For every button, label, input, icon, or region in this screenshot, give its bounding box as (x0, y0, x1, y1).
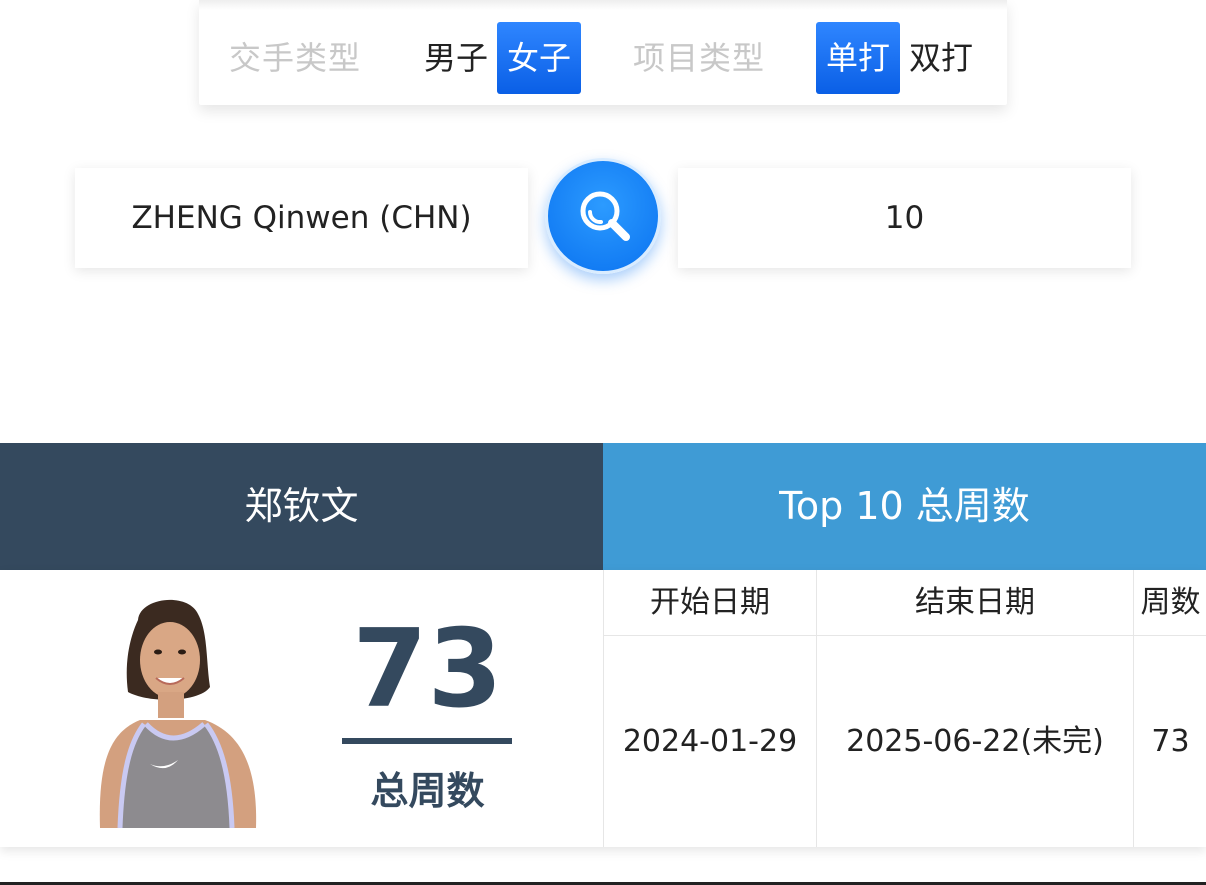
player-select[interactable]: ZHENG Qinwen (CHN) (75, 168, 528, 268)
total-weeks-divider (342, 738, 512, 744)
table-cell-weeks: 73 (1133, 636, 1206, 847)
singles-option[interactable]: 单打 (816, 22, 900, 94)
filter-bar-top-edge (199, 0, 1007, 10)
player-name-header: 郑钦文 (0, 443, 603, 570)
total-weeks-value: 73 (352, 607, 503, 732)
women-option[interactable]: 女子 (497, 22, 581, 94)
men-option[interactable]: 男子 (414, 22, 498, 94)
column-header-end-date: 结束日期 (816, 570, 1133, 636)
column-header-start-date: 开始日期 (604, 570, 816, 636)
filter-bar: 交手类型 男子 女子 项目类型 单打 双打 (199, 0, 1007, 105)
top-n-select[interactable]: 10 (678, 168, 1131, 268)
table-cell-start-date: 2024-01-29 (622, 724, 798, 759)
search-icon (580, 191, 630, 241)
doubles-option[interactable]: 双打 (899, 22, 983, 94)
event-type-label: 项目类型 (633, 39, 766, 77)
total-weeks-caption: 总周数 (370, 769, 485, 813)
stat-title-header: Top 10 总周数 (603, 443, 1206, 570)
player-photo (80, 592, 275, 828)
table-cell-end-date: 2025-06-22(未完) (816, 636, 1133, 847)
weeks-table: 开始日期 结束日期 周数 2024-01-29 2025-06-22(未完) 7… (603, 570, 1206, 847)
result-panel: 73 总周数 开始日期 结束日期 周数 2024-01-29 2025-06-2… (0, 570, 1206, 847)
search-button[interactable] (545, 158, 661, 274)
match-type-label: 交手类型 (229, 39, 362, 77)
column-header-weeks: 周数 (1133, 570, 1206, 636)
